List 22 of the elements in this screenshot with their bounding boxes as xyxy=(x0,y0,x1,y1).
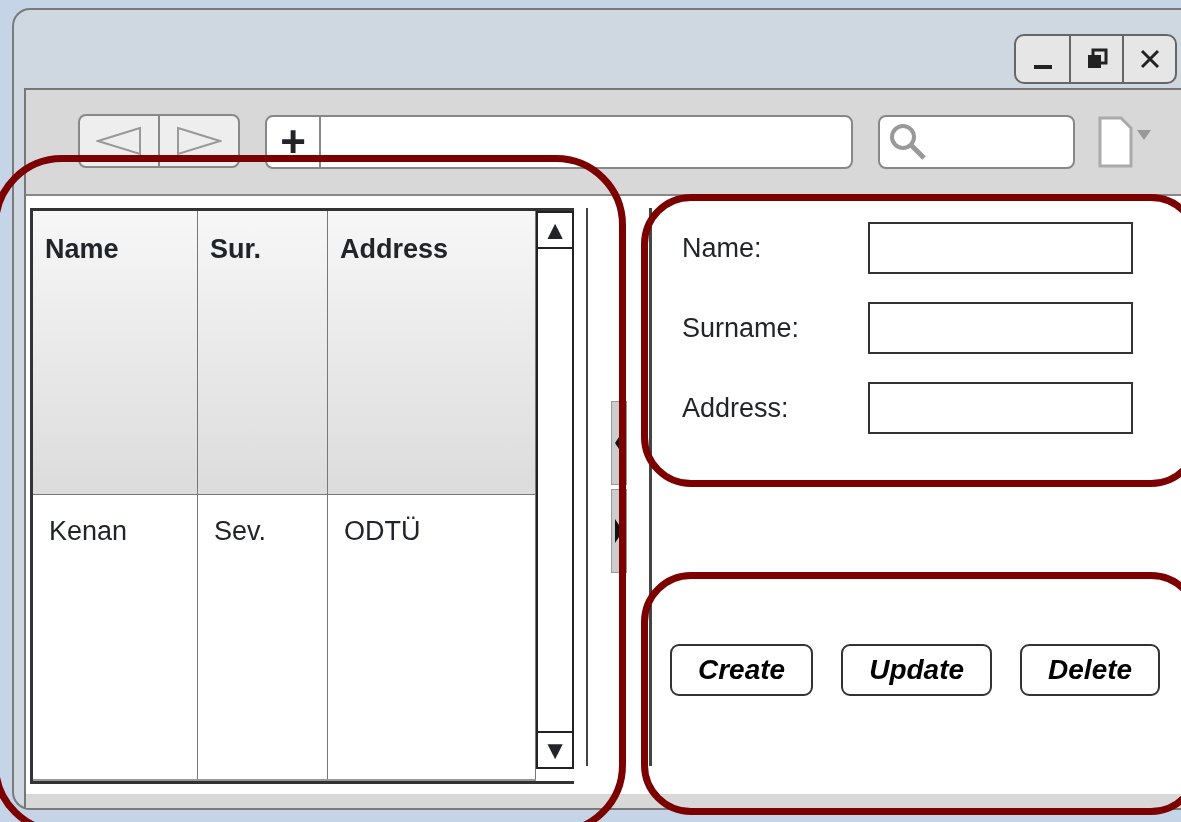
field-label: Name: xyxy=(682,231,763,265)
search-field[interactable] xyxy=(878,115,1075,169)
field-label: Surname: xyxy=(682,311,801,345)
action-button[interactable]: Update xyxy=(841,644,993,696)
add-button[interactable]: + xyxy=(267,117,321,167)
forward-icon xyxy=(176,126,222,156)
minimize-icon xyxy=(1033,65,1052,69)
table-cell: Kenan xyxy=(33,495,198,779)
scrollbar[interactable]: ▲ ▼ xyxy=(536,211,574,769)
table-cell: Sev. xyxy=(198,495,328,779)
search-icon xyxy=(888,122,928,162)
column-header[interactable]: Name xyxy=(33,211,198,495)
address-field[interactable]: + xyxy=(265,115,853,169)
action-button[interactable]: Create xyxy=(670,644,814,696)
field-label: Address: xyxy=(682,391,790,425)
input-field[interactable] xyxy=(868,222,1133,274)
action-button[interactable]: Delete xyxy=(1020,644,1161,696)
input-field[interactable] xyxy=(868,382,1133,434)
column-header[interactable]: Address xyxy=(328,211,536,495)
back-icon xyxy=(96,126,142,156)
column-header[interactable]: Sur. xyxy=(198,211,328,495)
input-field[interactable] xyxy=(868,302,1133,354)
